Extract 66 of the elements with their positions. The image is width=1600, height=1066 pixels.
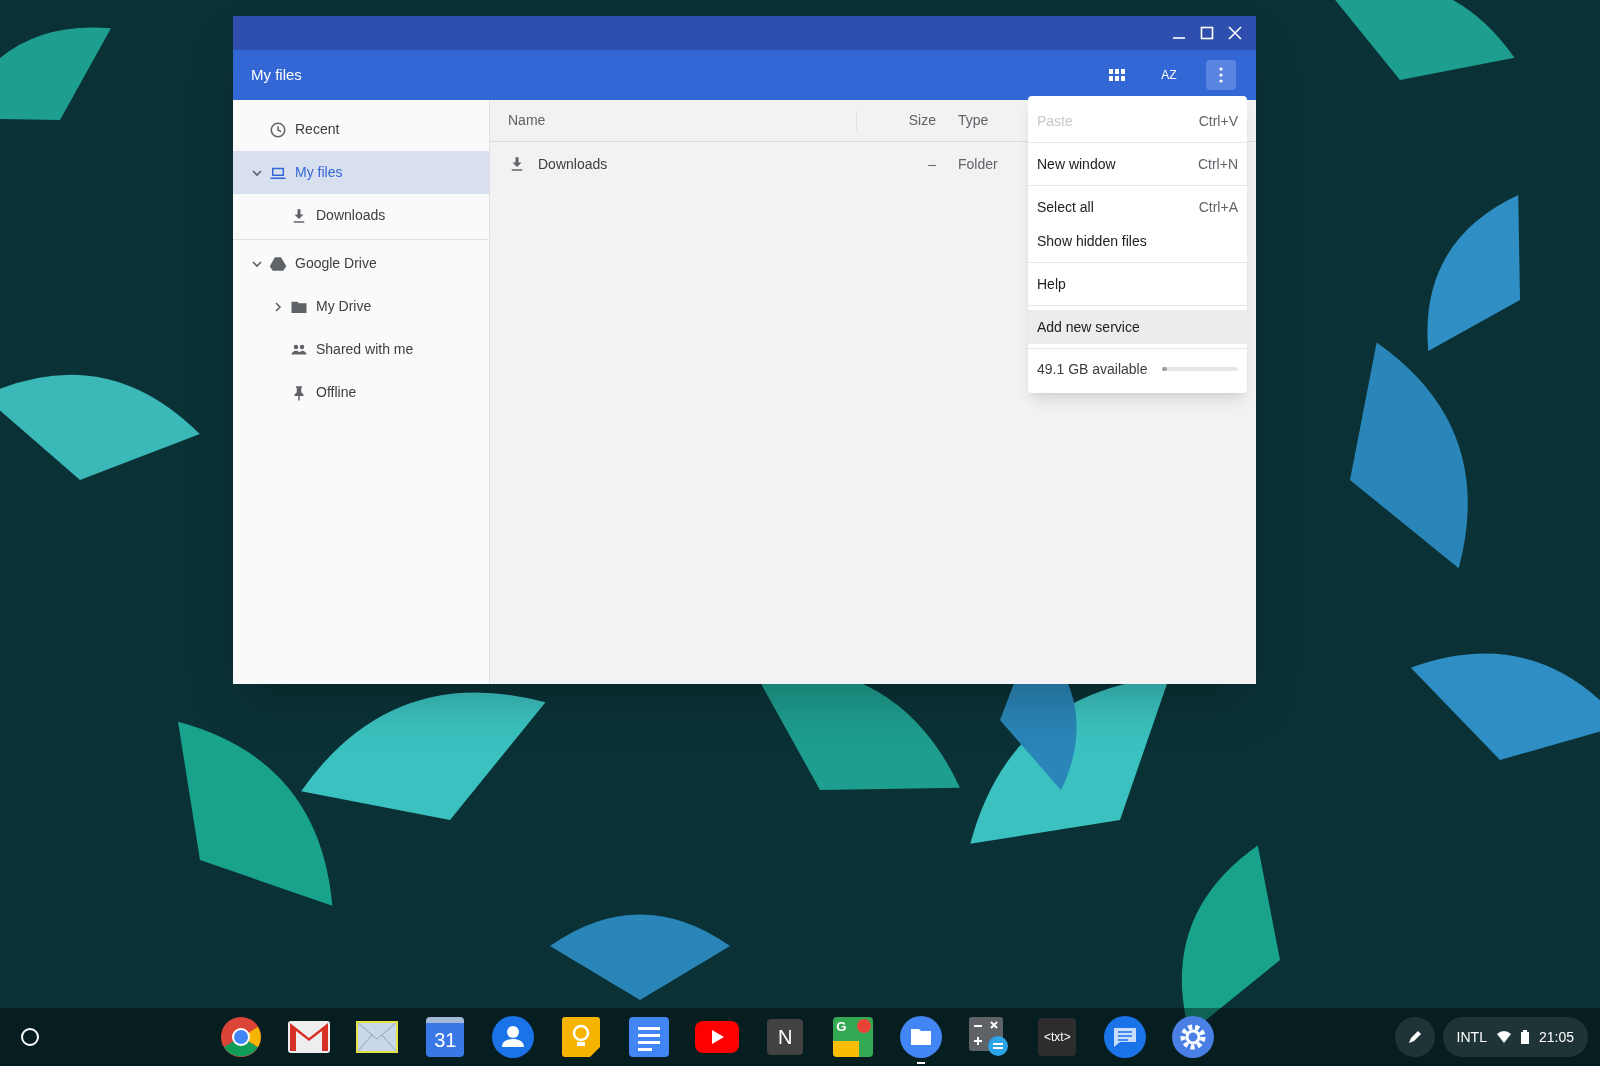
- pen-icon: [1406, 1029, 1423, 1045]
- sidebar-label: Shared with me: [316, 340, 414, 359]
- file-size: –: [927, 154, 937, 174]
- column-header[interactable]: Name: [490, 110, 856, 131]
- menu-label: Add new service: [1037, 317, 1140, 337]
- sidebar-label: Recent: [295, 120, 340, 139]
- lightbulb-icon: [562, 1017, 601, 1057]
- menu-item[interactable]: Show hidden files: [1028, 224, 1247, 258]
- notes-icon: N: [767, 1019, 804, 1055]
- battery-icon: [1520, 1030, 1529, 1044]
- file-name: Downloads: [538, 154, 608, 174]
- calendar-icon: 31: [426, 1017, 465, 1057]
- launcher-icon[interactable]: [20, 1027, 40, 1047]
- person-icon: [492, 1016, 535, 1058]
- menu-item[interactable]: Select all Ctrl+A: [1028, 190, 1247, 224]
- text-editor-icon: <txt>: [1038, 1018, 1077, 1056]
- sidebar-item[interactable]: Offline: [233, 371, 489, 414]
- sidebar-item[interactable]: My Drive: [233, 285, 489, 328]
- drive-icon: [269, 254, 287, 273]
- calculator-icon: [969, 1017, 1010, 1057]
- shortcut-label: Ctrl+A: [1198, 197, 1238, 217]
- sidebar-item[interactable]: Google Drive: [233, 242, 489, 285]
- map-icon: G: [833, 1017, 874, 1057]
- maximize-icon[interactable]: [1200, 26, 1214, 40]
- document-icon: [629, 1017, 670, 1057]
- sidebar-label: My Drive: [316, 297, 372, 316]
- chrome-icon: [220, 1016, 263, 1058]
- sidebar-label: Downloads: [316, 206, 386, 225]
- more-icon: [1219, 67, 1223, 83]
- wifi-icon: [1496, 1031, 1511, 1043]
- menu-label: Help: [1037, 274, 1066, 294]
- grid-icon: [1109, 69, 1125, 81]
- column-header[interactable]: Type: [948, 110, 989, 131]
- sidebar-item[interactable]: Shared with me: [233, 328, 489, 371]
- menu-item[interactable]: Help: [1028, 267, 1247, 301]
- chevron-icon[interactable]: [272, 300, 284, 313]
- chat-icon: [1104, 1016, 1147, 1058]
- sort-button[interactable]: AZ: [1154, 60, 1184, 90]
- shortcut-label: Ctrl+N: [1197, 154, 1238, 174]
- sidebar-item[interactable]: Recent: [233, 108, 489, 151]
- menu-label: Select all: [1037, 197, 1094, 217]
- stylus-button[interactable]: [1394, 1017, 1435, 1057]
- menu-label: Show hidden files: [1037, 231, 1147, 251]
- menu-item[interactable]: New window Ctrl+N: [1028, 147, 1247, 181]
- sidebar-label: Google Drive: [295, 254, 377, 273]
- shortcut-label: Ctrl+V: [1198, 111, 1238, 131]
- close-icon[interactable]: [1228, 26, 1242, 40]
- clock-time: 21:05: [1538, 1027, 1574, 1047]
- input-method: INTL: [1456, 1027, 1487, 1047]
- envelope-icon: [356, 1021, 399, 1053]
- clock-icon: [269, 120, 287, 139]
- column-header[interactable]: Size: [856, 110, 948, 131]
- storage-label: 49.1 GB available: [1037, 359, 1148, 379]
- sidebar-item[interactable]: My files: [233, 151, 489, 194]
- sidebar-label: My files: [295, 163, 343, 182]
- sidebar-label: Offline: [316, 383, 357, 402]
- status-area[interactable]: INTL 21:05: [1442, 1017, 1588, 1057]
- menu-label: New window: [1037, 154, 1116, 174]
- file-type: Folder: [957, 154, 998, 174]
- play-icon: [695, 1021, 740, 1053]
- menu-item[interactable]: Add new service: [1028, 310, 1247, 344]
- window-title: My files: [251, 64, 303, 85]
- folder-icon: [900, 1016, 943, 1058]
- settings-icon: [1172, 1016, 1215, 1058]
- sidebar-item[interactable]: Downloads: [233, 194, 489, 237]
- envelope-icon: [288, 1021, 331, 1053]
